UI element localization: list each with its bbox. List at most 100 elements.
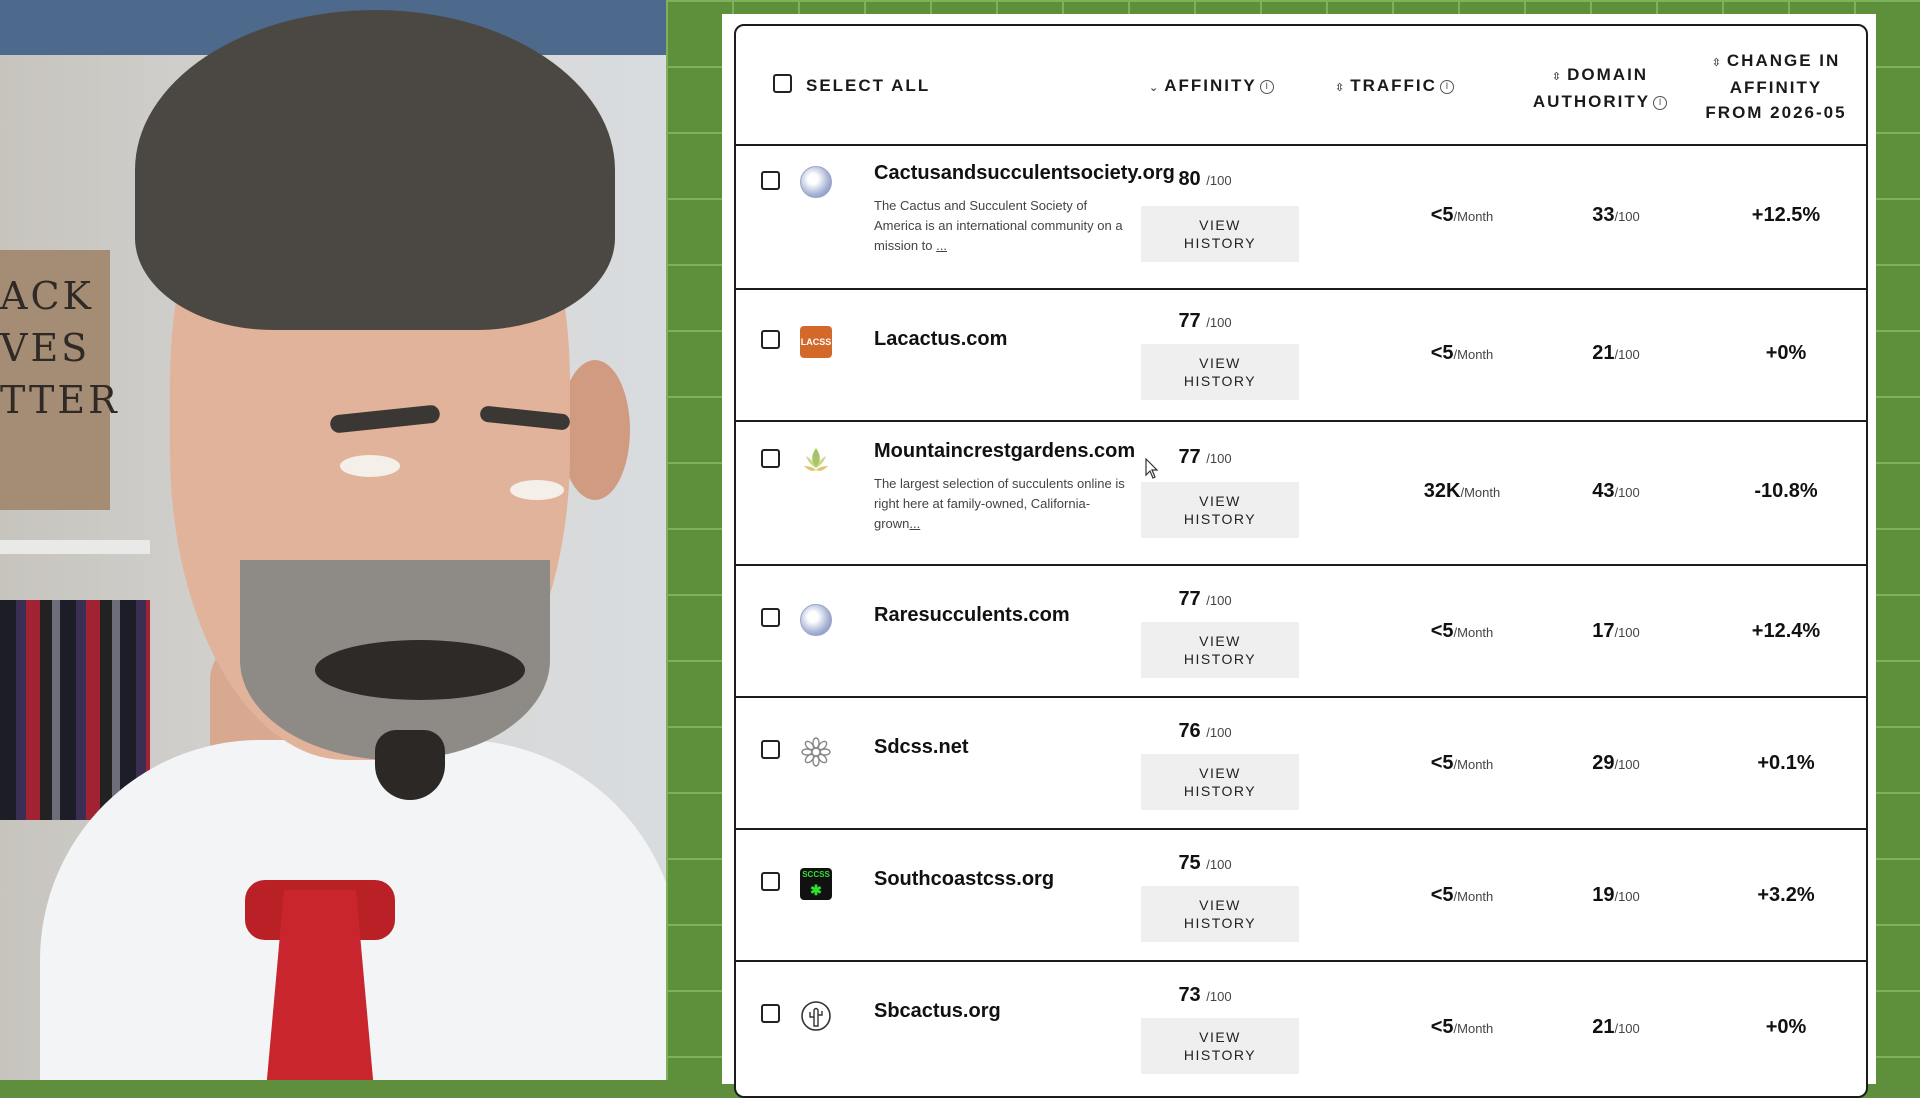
score-suffix: /100	[1614, 347, 1640, 362]
presenter-hair	[135, 10, 615, 330]
table-row: Mountaincrestgardens.com The largest sel…	[736, 422, 1866, 566]
traffic-value: <5/Month	[1362, 752, 1562, 775]
domain-name[interactable]: Mountaincrestgardens.com	[874, 440, 1135, 463]
da-number: 17	[1592, 620, 1615, 642]
da-number: 33	[1592, 204, 1615, 226]
traffic-suffix: /Month	[1453, 625, 1494, 640]
score-suffix: /100	[1206, 725, 1232, 740]
domain-name[interactable]: Raresucculents.com	[874, 604, 1070, 627]
presenter-goatee	[375, 730, 445, 800]
table-row: Sdcss.net 76 /100 VIEW HISTORY <5/Month 2…	[736, 698, 1866, 830]
presenter-webcam: ACK VES TTER	[0, 0, 666, 1080]
affinity-header-label: AFFINITY	[1164, 76, 1257, 95]
row-checkbox[interactable]	[761, 330, 780, 349]
change-in-affinity-column-header[interactable]: ⇳ CHANGE IN AFFINITY FROM 2026-05	[1676, 48, 1876, 125]
select-all-checkbox[interactable]	[773, 74, 792, 93]
score-suffix: /100	[1614, 889, 1640, 904]
row-checkbox[interactable]	[761, 608, 780, 627]
row-checkbox[interactable]	[761, 449, 780, 468]
row-checkbox[interactable]	[761, 740, 780, 759]
affinity-score: 75 /100	[1125, 852, 1285, 875]
domain-authority-value: 43/100	[1536, 480, 1696, 503]
poster-line: VES	[0, 326, 91, 370]
view-history-button[interactable]: VIEW HISTORY	[1141, 754, 1299, 810]
score-suffix: /100	[1206, 451, 1232, 466]
view-history-button[interactable]: VIEW HISTORY	[1141, 482, 1299, 538]
description-text: The Cactus and Succulent Society of Amer…	[874, 198, 1123, 253]
sort-toggle-icon[interactable]: ⇳	[1712, 56, 1721, 69]
sccss-logo-text: SCCSS	[802, 870, 830, 879]
traffic-value: 32K/Month	[1362, 480, 1562, 503]
traffic-number: <5	[1430, 204, 1454, 226]
traffic-number: <5	[1430, 884, 1454, 906]
affinity-change-value: +0%	[1765, 342, 1807, 364]
view-history-line1: VIEW	[1199, 1029, 1241, 1045]
score-suffix: /100	[1614, 757, 1640, 772]
domain-name[interactable]: Lacactus.com	[874, 328, 1007, 351]
succulent-logo	[804, 448, 828, 471]
domain-name[interactable]: Sbcactus.org	[874, 1000, 1001, 1023]
sccss-logo: SCCSS ✱	[800, 868, 832, 900]
table-row: Cactusandsucculentsociety.org The Cactus…	[736, 144, 1866, 290]
domain-name[interactable]: Sdcss.net	[874, 736, 968, 759]
view-history-button[interactable]: VIEW HISTORY	[1141, 622, 1299, 678]
affinity-value: 77	[1178, 446, 1201, 468]
view-history-line1: VIEW	[1199, 493, 1241, 509]
view-history-button[interactable]: VIEW HISTORY	[1141, 206, 1299, 262]
traffic-suffix: /Month	[1453, 889, 1494, 904]
traffic-suffix: /Month	[1453, 347, 1494, 362]
view-history-button[interactable]: VIEW HISTORY	[1141, 344, 1299, 400]
change-header-line3: FROM 2026-05	[1705, 103, 1847, 122]
row-checkbox[interactable]	[761, 171, 780, 190]
table-row: SCCSS ✱ Southcoastcss.org 75 /100 VIEW HI…	[736, 830, 1866, 962]
view-history-line1: VIEW	[1199, 355, 1241, 371]
presenter-eye	[510, 480, 564, 500]
affinity-score: 77 /100	[1125, 588, 1285, 611]
sort-toggle-icon[interactable]: ⇳	[1552, 70, 1561, 83]
select-all-label[interactable]: SELECT ALL	[806, 76, 930, 96]
traffic-suffix: /Month	[1453, 209, 1494, 224]
change-header-line1: CHANGE IN	[1726, 51, 1841, 70]
poster-line: ACK	[0, 274, 94, 318]
affinity-value: 77	[1178, 588, 1201, 610]
mouse-cursor-icon	[1145, 458, 1159, 479]
info-icon[interactable]: i	[1653, 95, 1668, 110]
score-suffix: /100	[1614, 485, 1640, 500]
globe-icon	[800, 604, 832, 636]
domain-name[interactable]: Southcoastcss.org	[874, 868, 1054, 891]
score-suffix: /100	[1206, 315, 1232, 330]
domain-authority-value: 29/100	[1536, 752, 1696, 775]
row-checkbox[interactable]	[761, 872, 780, 891]
row-checkbox[interactable]	[761, 1004, 780, 1023]
traffic-suffix: /Month	[1460, 485, 1501, 500]
affinity-column-header[interactable]: ⌄ AFFINITY i	[1149, 76, 1274, 96]
view-history-button[interactable]: VIEW HISTORY	[1141, 886, 1299, 942]
traffic-value: <5/Month	[1362, 1016, 1562, 1039]
traffic-value: <5/Month	[1362, 342, 1562, 365]
domain-authority-value: 21/100	[1536, 1016, 1696, 1039]
change-header-line2: AFFINITY	[1729, 78, 1823, 97]
view-history-line2: HISTORY	[1183, 651, 1257, 667]
da-header-line1: DOMAIN	[1567, 65, 1649, 84]
affinity-value: 76	[1178, 720, 1201, 742]
info-icon[interactable]: i	[1439, 79, 1454, 94]
description-more-link[interactable]: ...	[936, 238, 947, 253]
view-history-line1: VIEW	[1199, 765, 1241, 781]
description-more-link[interactable]: ...	[909, 516, 920, 531]
affinity-change-value: +3.2%	[1757, 884, 1815, 906]
sort-desc-icon[interactable]: ⌄	[1149, 81, 1158, 94]
info-icon[interactable]: i	[1259, 79, 1274, 94]
score-suffix: /100	[1206, 593, 1232, 608]
affinity-change-value: +12.4%	[1751, 620, 1821, 642]
affinity-score: 77 /100	[1125, 310, 1285, 333]
domain-authority-value: 17/100	[1536, 620, 1696, 643]
domain-authority-value: 33/100	[1536, 204, 1696, 227]
sort-toggle-icon[interactable]: ⇳	[1335, 81, 1344, 94]
score-suffix: /100	[1614, 625, 1640, 640]
domain-authority-column-header[interactable]: ⇳ DOMAIN AUTHORITY i	[1510, 62, 1690, 114]
traffic-column-header[interactable]: ⇳ TRAFFIC i	[1335, 76, 1454, 96]
view-history-button[interactable]: VIEW HISTORY	[1141, 1018, 1299, 1074]
traffic-number: <5	[1430, 342, 1454, 364]
sccss-logo-plant-icon: ✱	[810, 882, 822, 898]
traffic-number: 32K	[1423, 480, 1461, 502]
